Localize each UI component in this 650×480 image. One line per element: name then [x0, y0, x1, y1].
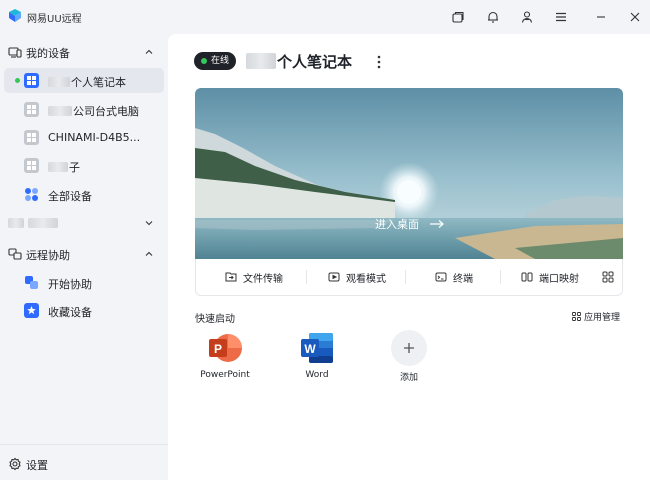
- all-devices-icon: [25, 188, 38, 201]
- menu-icon: [556, 12, 566, 22]
- file-transfer-icon: [225, 272, 237, 282]
- redacted-section-header[interactable]: [0, 210, 168, 236]
- sidebar-divider: [0, 444, 168, 445]
- sidebar-item-chinami[interactable]: CHINAMI-D4B5...: [4, 125, 164, 150]
- remote-assist-label: 远程协助: [26, 249, 70, 262]
- quick-app-label: 添加: [399, 373, 418, 383]
- minimize-icon: [597, 16, 605, 18]
- device-header: 在线 个人笔记本: [194, 52, 454, 72]
- gear-icon: [9, 457, 21, 471]
- account-button[interactable]: [517, 7, 537, 27]
- remote-assist-icon: [8, 248, 22, 260]
- windows-device-icon: [24, 102, 39, 117]
- minimize-button[interactable]: [591, 7, 611, 27]
- apps-grid-icon: [572, 312, 581, 321]
- sidebar-item-label: CHINAMI-D4B5...: [48, 131, 141, 144]
- online-dot: [15, 78, 20, 83]
- landscape-wallpaper: [195, 88, 623, 259]
- app-logo-icon: [9, 9, 21, 22]
- more-tools-button[interactable]: [594, 259, 622, 295]
- sidebar-item-label: 全部设备: [48, 190, 92, 203]
- chevron-up-icon[interactable]: [143, 248, 155, 260]
- my-devices-section-header[interactable]: 我的设备: [0, 39, 168, 65]
- terminal-icon: [435, 272, 447, 282]
- online-dot: [201, 58, 207, 64]
- port-mapping-icon: [521, 272, 533, 282]
- close-button[interactable]: [625, 7, 645, 27]
- app-manage-button[interactable]: 应用管理: [572, 310, 620, 323]
- arrow-right-icon: [430, 220, 444, 228]
- quick-app-label: Word: [305, 370, 329, 380]
- redacted-text: [48, 162, 68, 172]
- title-bar: 网易UU远程: [0, 0, 650, 34]
- windows-device-icon: [24, 73, 39, 88]
- quick-app-powerpoint[interactable]: P PowerPoint: [193, 330, 257, 386]
- settings-button[interactable]: 设置: [0, 451, 168, 477]
- toolbar-divider: [405, 270, 406, 284]
- desktop-preview[interactable]: 进入桌面: [195, 88, 623, 259]
- settings-label: 设置: [26, 459, 48, 472]
- windows-device-icon: [24, 158, 39, 173]
- sidebar-item-label: 开始协助: [48, 278, 92, 291]
- port-mapping-button[interactable]: 端口映射: [504, 259, 596, 295]
- sidebar-item-label: 个人笔记本: [48, 74, 126, 90]
- star-icon: [24, 303, 39, 318]
- more-vertical-icon[interactable]: [372, 54, 386, 70]
- enter-desktop-label: 进入桌面: [375, 218, 419, 231]
- redacted-text: [48, 106, 72, 116]
- quick-app-add[interactable]: 添加: [377, 330, 441, 386]
- add-button[interactable]: [391, 330, 427, 366]
- chevron-up-icon[interactable]: [143, 46, 155, 58]
- devices-icon: [8, 47, 22, 58]
- windows-device-icon: [24, 130, 39, 145]
- quick-start-title: 快速启动: [195, 314, 235, 325]
- sidebar-item-device-4[interactable]: 子: [4, 153, 164, 178]
- redacted-text: [48, 77, 70, 87]
- start-assist-icon: [25, 276, 38, 289]
- svg-text:W: W: [304, 342, 316, 356]
- sidebar: 我的设备 个人笔记本 公司台式电脑 CHINAMI-D4B5... 子 全部设备…: [0, 34, 168, 480]
- window-switch-button[interactable]: [448, 7, 468, 27]
- word-icon: W: [301, 333, 333, 363]
- svg-text:P: P: [214, 342, 222, 356]
- watch-mode-icon: [328, 272, 340, 282]
- my-devices-label: 我的设备: [26, 47, 70, 60]
- window-switch-icon: [452, 11, 464, 23]
- add-icon: [404, 343, 414, 353]
- sidebar-item-favorite-devices[interactable]: 收藏设备: [4, 298, 164, 323]
- grid-icon: [602, 271, 614, 283]
- sidebar-item-label: 子: [48, 159, 80, 175]
- device-toolbar: 文件传输 观看模式 终端 端口映射: [195, 259, 623, 296]
- sidebar-item-label: 收藏设备: [48, 306, 92, 319]
- close-icon: [630, 12, 640, 22]
- user-icon: [521, 11, 533, 23]
- sidebar-item-office-desktop[interactable]: 公司台式电脑: [4, 97, 164, 122]
- powerpoint-icon: P: [209, 334, 242, 362]
- sidebar-item-start-assist[interactable]: 开始协助: [4, 270, 164, 295]
- device-detail-panel: 在线 个人笔记本 进入桌面 文件传输 观看模式 终端 端口映射 快速启动 应用管…: [168, 34, 650, 480]
- quick-app-label: PowerPoint: [200, 370, 250, 380]
- toolbar-divider: [500, 270, 501, 284]
- terminal-button[interactable]: 终端: [408, 259, 500, 295]
- main-menu-button[interactable]: [551, 7, 571, 27]
- device-name: 个人笔记本: [246, 51, 352, 72]
- sidebar-item-personal-laptop[interactable]: 个人笔记本: [4, 68, 164, 93]
- sidebar-item-all-devices[interactable]: 全部设备: [4, 182, 164, 207]
- notifications-button[interactable]: [483, 7, 503, 27]
- app-title: 网易UU远程: [27, 14, 82, 25]
- remote-assist-section-header[interactable]: 远程协助: [0, 241, 168, 267]
- sidebar-item-label: 公司台式电脑: [48, 103, 139, 119]
- enter-desktop-button[interactable]: 进入桌面: [375, 216, 445, 232]
- quick-app-word[interactable]: W Word: [285, 330, 349, 386]
- redacted-text: [28, 218, 58, 228]
- redacted-icon: [8, 218, 24, 228]
- status-badge: 在线: [194, 52, 237, 70]
- chevron-down-icon[interactable]: [143, 217, 155, 229]
- toolbar-divider: [306, 270, 307, 284]
- file-transfer-button[interactable]: 文件传输: [210, 259, 298, 295]
- bell-icon: [488, 11, 498, 23]
- redacted-text: [246, 53, 276, 69]
- watch-mode-button[interactable]: 观看模式: [310, 259, 404, 295]
